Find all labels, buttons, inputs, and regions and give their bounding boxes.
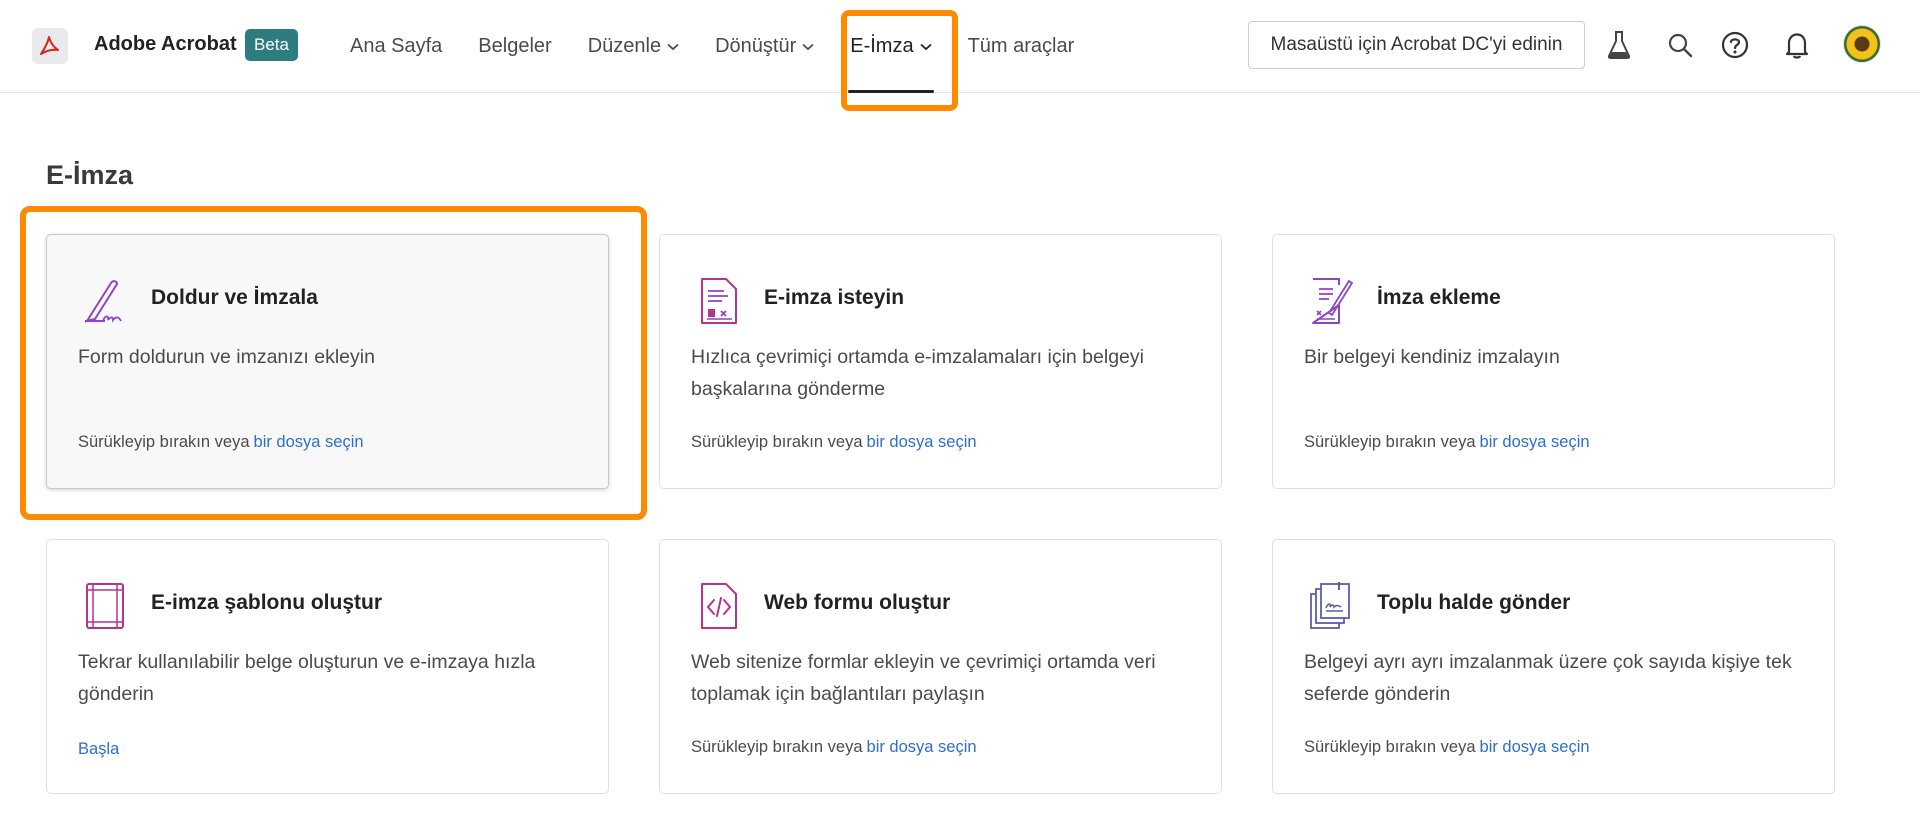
card-template[interactable]: E-imza şablonu oluştur Tekrar kullanılab… [46,539,609,794]
choose-file-link[interactable]: bir dosya seçin [1480,433,1590,451]
add-signature-icon [1307,275,1355,327]
choose-file-link[interactable]: bir dosya seçin [1480,738,1590,756]
flask-icon[interactable] [1602,28,1636,62]
card-title: Doldur ve İmzala [151,286,318,309]
card-title: E-imza isteyin [764,286,905,309]
acrobat-logo-icon[interactable] [32,28,68,64]
beta-badge: Beta [245,29,298,61]
choose-file-link[interactable]: bir dosya seçin [254,433,364,451]
choose-file-link[interactable]: bir dosya seçin [867,738,977,756]
card-request-signature[interactable]: E-imza isteyin Hızlıca çevrimiçi ortamda… [659,234,1222,489]
template-icon [81,580,129,632]
card-description: Bir belgeyi kendiniz imzalayın [1304,346,1560,368]
nav-tum-araclar[interactable]: Tüm araçlar [968,0,1075,93]
web-form-icon [694,580,742,632]
nav-belgeler[interactable]: Belgeler [478,0,551,93]
top-bar: Adobe Acrobat Beta Ana Sayfa Belgeler Dü… [0,0,1920,93]
choose-file-link[interactable]: bir dosya seçin [867,433,977,451]
page-title: E-İmza [46,160,134,190]
card-fill-sign[interactable]: Doldur ve İmzala Form doldurun ve imzanı… [46,234,609,489]
help-icon[interactable] [1718,28,1752,62]
main-nav: Ana Sayfa Belgeler Düzenle Dönüştür E-İm… [350,0,1110,93]
card-title: Web formu oluştur [764,591,951,614]
drop-zone-text: Sürükleyip bırakın veya bir dosya seçin [691,738,977,756]
drop-zone-text: Sürükleyip bırakın veya bir dosya seçin [691,433,977,451]
chevron-down-icon [802,43,814,50]
chevron-down-icon [919,43,932,50]
card-description: Tekrar kullanılabilir belge oluşturun ve… [78,651,536,705]
search-icon[interactable] [1663,28,1697,62]
request-signature-icon [694,275,742,327]
avatar[interactable] [1843,25,1881,63]
fill-sign-icon [81,275,129,327]
start-link[interactable]: Başla [78,740,119,759]
card-description: Hızlıca çevrimiçi ortamda e-imzalamaları… [691,346,1144,400]
nav-donustur[interactable]: Dönüştür [715,0,814,93]
card-description: Form doldurun ve imzanızı ekleyin [78,346,375,368]
chevron-down-icon [667,43,679,50]
card-add-signature[interactable]: İmza ekleme Bir belgeyi kendiniz imzalay… [1272,234,1835,489]
card-description: Web sitenize formlar ekleyin ve çevrimiç… [691,651,1156,705]
drop-zone-text: Sürükleyip bırakın veya bir dosya seçin [1304,738,1590,756]
nav-e-imza[interactable]: E-İmza [848,0,934,93]
card-description: Belgeyi ayrı ayrı imzalanmak üzere çok s… [1304,651,1792,705]
nav-duzenle[interactable]: Düzenle [588,0,679,93]
card-title: Toplu halde gönder [1377,591,1571,614]
nav-ana-sayfa[interactable]: Ana Sayfa [350,0,442,93]
drop-zone-text: Sürükleyip bırakın veya bir dosya seçin [78,433,364,451]
card-web-form[interactable]: Web formu oluştur Web sitenize formlar e… [659,539,1222,794]
app-name: Adobe Acrobat [94,33,237,55]
bell-icon[interactable] [1780,28,1814,62]
bulk-send-icon [1307,580,1355,632]
drop-zone-text: Sürükleyip bırakın veya bir dosya seçin [1304,433,1590,451]
get-desktop-button[interactable]: Masaüstü için Acrobat DC'yi edinin [1248,21,1585,69]
card-title: E-imza şablonu oluştur [151,591,383,614]
card-title: İmza ekleme [1377,286,1501,309]
card-bulk-send[interactable]: Toplu halde gönder Belgeyi ayrı ayrı imz… [1272,539,1835,794]
active-tab-underline [848,90,934,93]
